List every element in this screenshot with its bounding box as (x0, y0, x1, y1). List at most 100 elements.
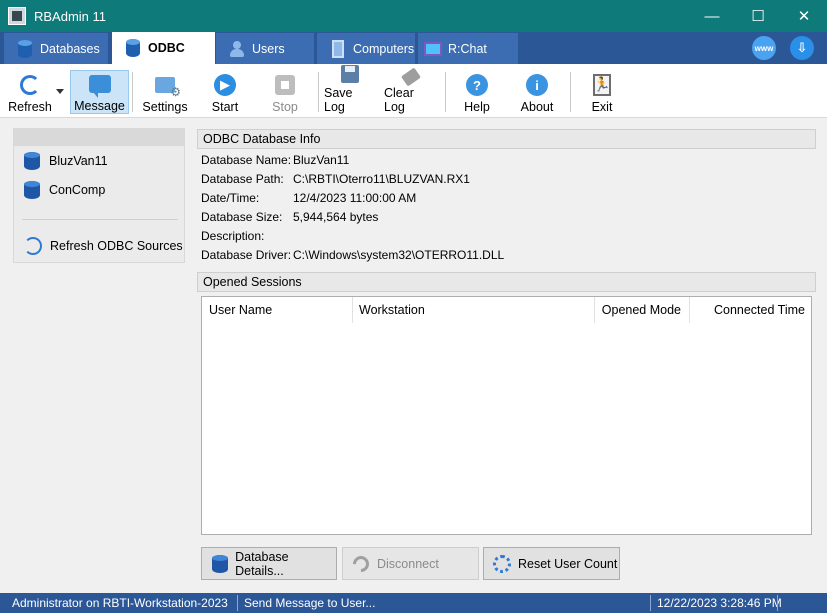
tab-label: ODBC (148, 41, 185, 55)
message-label: Message (74, 99, 125, 113)
status-bar: Administrator on RBTI-Workstation-2023 S… (0, 593, 827, 613)
section-header-info: ODBC Database Info (197, 129, 816, 149)
settings-label: Settings (142, 100, 188, 114)
status-user: Administrator on RBTI-Workstation-2023 (12, 596, 228, 610)
column-header-user-name[interactable]: User Name (202, 297, 353, 323)
status-message: Send Message to User... (244, 596, 376, 610)
computer-icon (332, 39, 344, 58)
app-icon (8, 7, 26, 25)
tab-odbc[interactable]: ODBC (112, 32, 215, 64)
database-details-label: Database Details... (235, 549, 289, 578)
info-row-path: Database Path: C:\RBTI\Oterro11\BLUZVAN.… (201, 170, 470, 188)
settings-button[interactable]: Settings (138, 70, 192, 114)
odbc-sources-panel: BluzVan11 ConComp Refresh ODBC Sources (13, 128, 185, 263)
database-details-icon (211, 554, 228, 573)
sidebar-item-concomp[interactable]: ConComp (24, 179, 105, 201)
sessions-table[interactable]: User Name Workstation Opened Mode Connec… (201, 296, 812, 535)
save-log-label: Save Log (324, 86, 353, 114)
column-header-opened-mode[interactable]: Opened Mode (595, 297, 690, 323)
save-log-button[interactable]: Save Log (324, 65, 376, 114)
about-label: About (520, 100, 554, 114)
cloud-download-icon[interactable]: ⇩ (790, 36, 814, 60)
web-icon[interactable]: www (752, 36, 776, 60)
database-icon (24, 181, 40, 199)
info-value: 5,944,564 bytes (293, 210, 379, 224)
settings-icon (155, 77, 181, 99)
info-row-datetime: Date/Time: 12/4/2023 11:00:00 AM (201, 189, 416, 207)
reset-icon (493, 554, 511, 573)
help-button[interactable]: ? Help (455, 70, 499, 114)
tab-label: Users (252, 41, 285, 56)
tab-bar: Databases ODBC Users Computers R:Chat ww… (0, 32, 827, 64)
info-row-description: Description: (201, 227, 293, 245)
column-header-connected-time[interactable]: Connected Time (690, 297, 811, 323)
about-button[interactable]: i About (515, 70, 559, 114)
info-value: C:\Windows\system32\OTERRO11.DLL (293, 248, 505, 262)
toolbar-separator (318, 72, 319, 112)
clear-log-label: Clear Log (384, 86, 414, 114)
minimize-icon[interactable]: — (689, 0, 735, 32)
exit-button[interactable]: Exit (583, 70, 621, 114)
clear-log-button[interactable]: Clear Log (384, 66, 438, 114)
disconnect-icon (349, 552, 373, 575)
refresh-label: Refresh (8, 100, 52, 114)
tab-rchat[interactable]: R:Chat (418, 33, 518, 64)
info-value: 12/4/2023 11:00:00 AM (293, 191, 417, 205)
start-button[interactable]: ▶ Start (203, 70, 247, 114)
reset-user-count-button[interactable]: Reset User Count (483, 547, 620, 580)
tab-databases[interactable]: Databases (4, 33, 108, 64)
info-label: Database Path: (201, 172, 284, 186)
refresh-dropdown-icon[interactable] (56, 89, 64, 94)
column-header-workstation[interactable]: Workstation (353, 297, 595, 323)
window-controls: — ☐ ✕ (689, 0, 827, 32)
eraser-icon (401, 66, 421, 87)
exit-icon (593, 74, 611, 96)
tab-label: Computers (353, 41, 415, 56)
disconnect-button[interactable]: Disconnect (342, 547, 479, 580)
help-label: Help (464, 100, 490, 114)
info-row-name: Database Name: BluzVan11 (201, 151, 349, 169)
database-icon (18, 39, 32, 58)
start-label: Start (211, 100, 239, 114)
info-value: BluzVan11 (293, 153, 350, 167)
message-icon (88, 75, 111, 98)
stop-button[interactable]: Stop (263, 70, 307, 114)
info-row-size: Database Size: 5,944,564 bytes (201, 208, 378, 226)
refresh-icon (20, 75, 40, 95)
section-header-sessions: Opened Sessions (197, 272, 816, 292)
refresh-odbc-sources-link[interactable]: Refresh ODBC Sources (24, 235, 183, 257)
tab-users[interactable]: Users (216, 33, 314, 64)
stop-label: Stop (272, 100, 298, 114)
info-value: C:\RBTI\Oterro11\BLUZVAN.RX1 (293, 172, 470, 186)
stop-icon (275, 75, 295, 95)
odbc-database-icon (126, 39, 140, 57)
help-icon: ? (466, 74, 488, 96)
info-label: Database Name: (201, 153, 292, 167)
info-label: Database Driver: (201, 248, 292, 262)
title-bar: RBAdmin 11 — ☐ ✕ (0, 0, 827, 32)
refresh-odbc-label: Refresh ODBC Sources (50, 239, 183, 253)
toolbar-separator (445, 72, 446, 112)
refresh-button[interactable]: Refresh (6, 70, 54, 114)
message-button[interactable]: Message (70, 70, 129, 114)
database-details-button[interactable]: Database Details... (201, 547, 337, 580)
status-separator (777, 595, 778, 611)
toolbar-separator (132, 72, 133, 112)
exit-label: Exit (591, 100, 613, 114)
status-datetime: 12/22/2023 3:28:46 PM (657, 596, 782, 610)
panel-header (14, 129, 184, 146)
tab-computers[interactable]: Computers (317, 33, 415, 64)
tab-label: Databases (40, 41, 100, 56)
info-row-driver: Database Driver: C:\Windows\system32\OTE… (201, 246, 504, 264)
toolbar-separator (570, 72, 571, 112)
sidebar-item-label: BluzVan11 (49, 154, 108, 168)
panel-divider (22, 219, 178, 220)
tab-label: R:Chat (448, 41, 487, 56)
sidebar-item-bluzvan11[interactable]: BluzVan11 (24, 150, 108, 172)
info-icon: i (526, 74, 548, 96)
database-icon (24, 152, 40, 170)
close-icon[interactable]: ✕ (781, 0, 827, 32)
maximize-icon[interactable]: ☐ (735, 0, 781, 32)
info-label: Database Size: (201, 210, 283, 224)
window-title: RBAdmin 11 (34, 8, 107, 24)
